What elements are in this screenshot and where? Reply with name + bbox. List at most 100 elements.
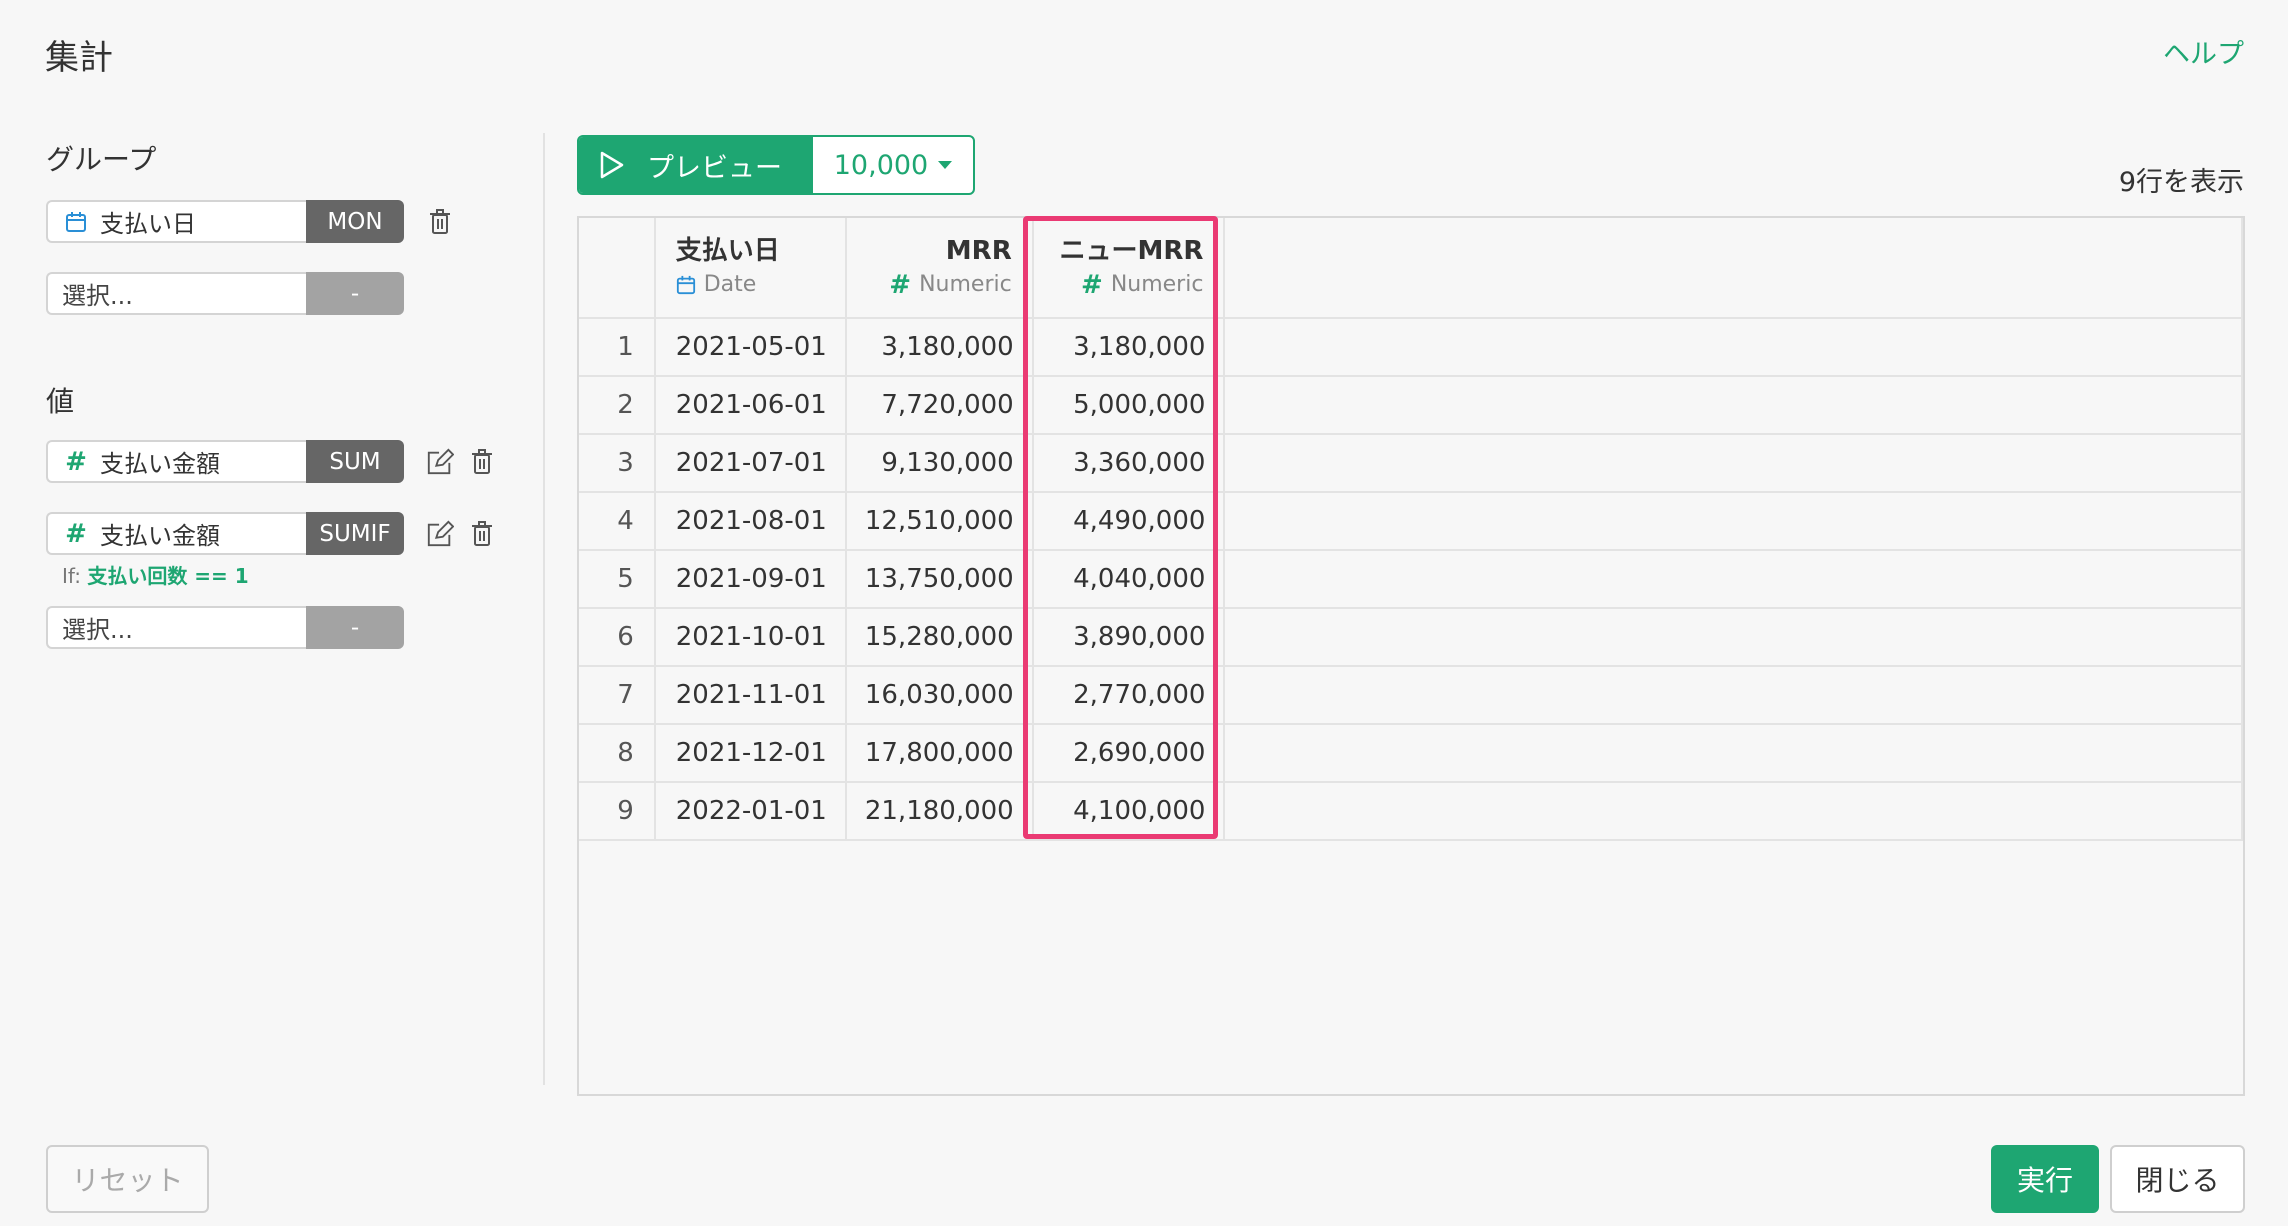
- condition-expression: 支払い回数 == 1: [87, 564, 249, 588]
- hash-icon: #: [889, 270, 912, 300]
- value-agg-dropdown[interactable]: SUM: [306, 440, 404, 483]
- table-row: 3 2021-07-01 9,130,000 3,360,000: [579, 433, 2243, 493]
- preview-label: プレビュー: [647, 152, 782, 184]
- value-section-label: 値: [46, 385, 75, 418]
- row-index: 2: [579, 375, 656, 435]
- group-select-agg[interactable]: -: [306, 272, 404, 315]
- cell-payment-date: 2021-06-01: [653, 375, 847, 435]
- run-button[interactable]: 実行: [1991, 1145, 2099, 1213]
- group-field-label: 支払い日: [100, 210, 196, 238]
- cell-payment-date: 2021-10-01: [653, 607, 847, 667]
- table-row: 8 2021-12-01 17,800,000 2,690,000: [579, 723, 2243, 783]
- row-filler: [1223, 433, 2243, 493]
- header-filler: [1223, 218, 2243, 319]
- column-type: # Numeric: [1054, 268, 1204, 302]
- table-row: 6 2021-10-01 15,280,000 3,890,000: [579, 607, 2243, 667]
- cell-new-mrr: 3,360,000: [1031, 433, 1226, 493]
- rows-limit-dropdown[interactable]: 10,000: [813, 137, 973, 193]
- value-field-label: 支払い金額: [100, 522, 220, 550]
- row-filler: [1223, 665, 2243, 725]
- table-row: 5 2021-09-01 13,750,000 4,040,000: [579, 549, 2243, 609]
- calendar-icon: [64, 211, 88, 233]
- cell-new-mrr: 2,770,000: [1031, 665, 1226, 725]
- sumif-condition: If: 支払い回数 == 1: [62, 560, 249, 589]
- group-select-input[interactable]: 選択...: [46, 272, 306, 315]
- help-link[interactable]: ヘルプ: [2163, 32, 2244, 71]
- edit-icon[interactable]: [426, 519, 454, 549]
- cell-payment-date: 2022-01-01: [653, 781, 847, 841]
- value-field-row-1: # 支払い金額 SUM: [46, 440, 496, 483]
- group-field-payment-date[interactable]: 支払い日: [46, 200, 306, 243]
- cell-mrr: 13,750,000: [844, 549, 1034, 609]
- trash-icon[interactable]: [468, 519, 496, 549]
- preview-control: プレビュー 10,000: [577, 135, 975, 195]
- value-select-row: 選択... -: [46, 606, 404, 649]
- cell-payment-date: 2021-12-01: [653, 723, 847, 783]
- group-section-label: グループ: [46, 143, 157, 176]
- column-header-mrr[interactable]: MRR # Numeric: [844, 218, 1034, 319]
- column-type: # Numeric: [867, 268, 1011, 302]
- cell-new-mrr: 4,040,000: [1031, 549, 1226, 609]
- row-filler: [1223, 375, 2243, 435]
- cell-new-mrr: 3,890,000: [1031, 607, 1226, 667]
- cell-new-mrr: 5,000,000: [1031, 375, 1226, 435]
- cell-mrr: 12,510,000: [844, 491, 1034, 551]
- play-icon: [599, 151, 625, 179]
- value-agg-dropdown[interactable]: SUMIF: [306, 512, 404, 555]
- row-index: 8: [579, 723, 656, 783]
- column-name: MRR: [945, 236, 1012, 266]
- row-index: 3: [579, 433, 656, 493]
- row-filler: [1223, 549, 2243, 609]
- group-select-row: 選択... -: [46, 272, 404, 315]
- calendar-icon: [676, 275, 696, 295]
- cell-mrr: 3,180,000: [844, 317, 1034, 377]
- row-index: 1: [579, 317, 656, 377]
- table-row: 7 2021-11-01 16,030,000 2,770,000: [579, 665, 2243, 725]
- cell-payment-date: 2021-11-01: [653, 665, 847, 725]
- table-row: 2 2021-06-01 7,720,000 5,000,000: [579, 375, 2243, 435]
- trash-icon[interactable]: [426, 207, 454, 237]
- row-count-label: 9行を表示: [2118, 167, 2244, 198]
- close-button[interactable]: 閉じる: [2110, 1145, 2245, 1213]
- cell-mrr: 15,280,000: [844, 607, 1034, 667]
- cell-mrr: 16,030,000: [844, 665, 1034, 725]
- hash-icon: #: [1081, 270, 1103, 300]
- row-index: 7: [579, 665, 656, 725]
- row-filler: [1223, 491, 2243, 551]
- column-type-label: Numeric: [1110, 272, 1204, 297]
- preview-button[interactable]: プレビュー: [579, 137, 813, 193]
- table-row: 4 2021-08-01 12,510,000 4,490,000: [579, 491, 2243, 551]
- edit-icon[interactable]: [426, 447, 454, 477]
- table-header-row: 支払い日 Date MRR # Numeric ニューMRR # Numeric: [579, 218, 2243, 319]
- column-type-label: Date: [703, 272, 757, 297]
- column-name: 支払い日: [675, 236, 780, 266]
- value-field-label: 支払い金額: [100, 450, 220, 478]
- caret-down-icon: [938, 160, 953, 170]
- reset-button[interactable]: リセット: [46, 1145, 209, 1213]
- table-row: 9 2022-01-01 21,180,000 4,100,000: [579, 781, 2243, 841]
- value-field-payment-amount-sumif[interactable]: # 支払い金額: [46, 512, 306, 555]
- condition-prefix: If:: [62, 564, 81, 588]
- cell-mrr: 17,800,000: [844, 723, 1034, 783]
- row-filler: [1223, 723, 2243, 783]
- group-agg-dropdown[interactable]: MON: [306, 200, 404, 243]
- value-field-row-2: # 支払い金額 SUMIF: [46, 512, 496, 555]
- column-header-new-mrr[interactable]: ニューMRR # Numeric: [1031, 218, 1226, 319]
- row-index: 6: [579, 607, 656, 667]
- row-filler: [1223, 607, 2243, 667]
- hash-icon: #: [65, 518, 87, 549]
- cell-new-mrr: 3,180,000: [1031, 317, 1226, 377]
- value-select-input[interactable]: 選択...: [46, 606, 306, 649]
- cell-mrr: 7,720,000: [844, 375, 1034, 435]
- row-filler: [1223, 781, 2243, 841]
- cell-mrr: 21,180,000: [844, 781, 1034, 841]
- value-select-agg[interactable]: -: [306, 606, 404, 649]
- hash-icon: #: [65, 446, 87, 477]
- column-header-payment-date[interactable]: 支払い日 Date: [653, 218, 847, 319]
- cell-new-mrr: 4,100,000: [1031, 781, 1226, 841]
- preview-table: 支払い日 Date MRR # Numeric ニューMRR # Numeric…: [579, 218, 2243, 841]
- trash-icon[interactable]: [468, 447, 496, 477]
- value-field-payment-amount[interactable]: # 支払い金額: [46, 440, 306, 483]
- cell-payment-date: 2021-05-01: [653, 317, 847, 377]
- row-index: 9: [579, 781, 656, 841]
